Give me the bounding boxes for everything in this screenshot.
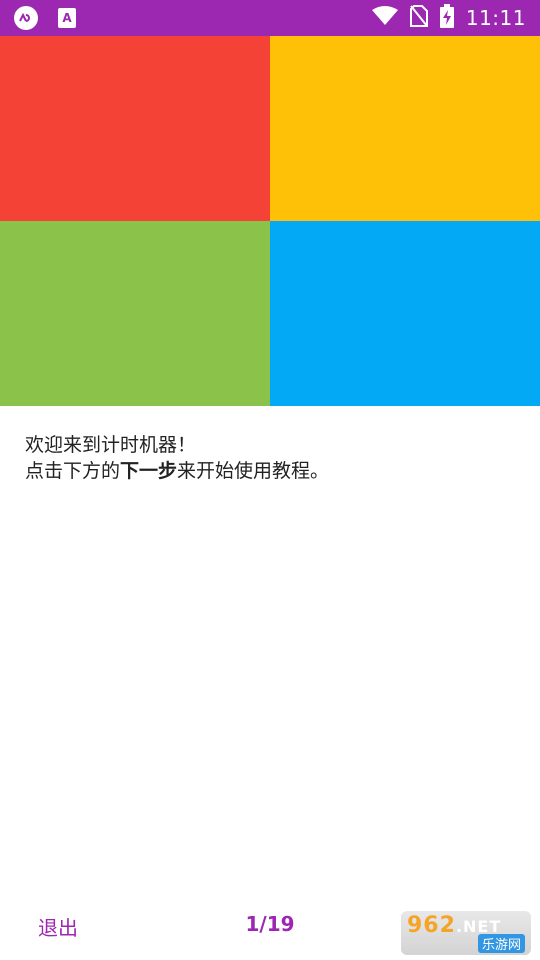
watermark-subtitle: 乐游网	[477, 934, 525, 953]
page-counter: 1/19	[245, 912, 295, 936]
status-bar-left: A	[14, 6, 76, 30]
status-bar: A 11:11	[0, 0, 540, 36]
watermark-logo: 962.NET 乐游网	[401, 911, 531, 955]
battery-charging-icon	[439, 4, 454, 32]
cloud-app-icon	[14, 6, 38, 30]
intro-line-2-prefix: 点击下方的	[25, 460, 121, 482]
blue-tile	[270, 221, 540, 406]
intro-line-1: 欢迎来到计时机器！	[25, 434, 197, 456]
status-bar-right: 11:11	[371, 4, 526, 32]
intro-next-step-emphasis: 下一步	[120, 460, 178, 482]
green-tile	[0, 221, 270, 406]
wifi-icon	[371, 6, 398, 30]
intro-line-2-suffix: 来开始使用教程。	[177, 460, 330, 482]
tutorial-illustration	[0, 36, 540, 406]
screen: A 11:11 欢迎来到计时机器！ 点击下方的下一步来开始使用教程。 退出 1/…	[0, 0, 540, 960]
status-time: 11:11	[465, 6, 526, 30]
red-tile	[0, 36, 270, 221]
yellow-tile	[270, 36, 540, 221]
no-sim-icon	[409, 5, 428, 31]
intro-text: 欢迎来到计时机器！ 点击下方的下一步来开始使用教程。	[25, 432, 515, 484]
exit-button[interactable]: 退出	[38, 912, 78, 941]
font-app-icon: A	[58, 8, 76, 28]
intro-line-2: 点击下方的下一步来开始使用教程。	[25, 458, 515, 484]
watermark-brand-number: 962	[407, 913, 456, 938]
